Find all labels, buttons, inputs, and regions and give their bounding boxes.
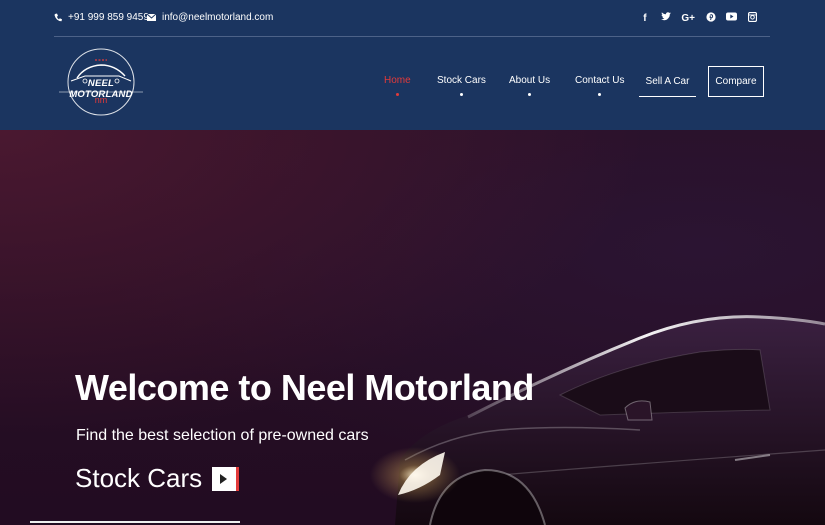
hero-banner: Welcome to Neel Motorland Find the best …	[0, 130, 825, 525]
email-contact[interactable]: info@neelmotorland.com	[147, 12, 273, 23]
scroll-indicator	[30, 521, 240, 523]
email-address: info@neelmotorland.com	[162, 12, 274, 23]
phone-number: +91 999 859 9459	[68, 12, 149, 23]
site-logo[interactable]: NEEL MOTORLAND nm	[55, 48, 147, 118]
nav-indicator-dot	[459, 93, 463, 96]
top-bar: +91 999 859 9459 info@neelmotorland.com …	[54, 11, 770, 28]
page: +91 999 859 9459 info@neelmotorland.com …	[0, 0, 825, 525]
compare-button[interactable]: Compare	[708, 66, 764, 97]
sell-a-car-button[interactable]: Sell A Car	[639, 66, 696, 97]
nav-item-about-us[interactable]: About Us	[509, 75, 551, 96]
phone-icon	[54, 13, 62, 22]
nav-item-label: About Us	[509, 75, 551, 86]
play-arrow-icon	[212, 466, 240, 491]
hero-subtitle: Find the best selection of pre-owned car…	[76, 427, 369, 444]
twitter-icon[interactable]	[660, 12, 671, 26]
phone-contact[interactable]: +91 999 859 9459	[54, 12, 149, 23]
nav-item-stock-cars[interactable]: Stock Cars	[437, 75, 486, 96]
site-header: +91 999 859 9459 info@neelmotorland.com …	[0, 0, 825, 130]
nav-indicator-dot	[598, 93, 602, 96]
logo-monogram: nm	[94, 95, 108, 105]
google-plus-icon[interactable]: G+	[681, 12, 695, 26]
nav-item-contact-us[interactable]: Contact Us	[575, 75, 625, 96]
nav-item-label: Contact Us	[575, 75, 625, 86]
nav-item-label: Stock Cars	[437, 75, 486, 86]
stock-cars-cta[interactable]: Stock Cars	[75, 463, 240, 494]
header-divider	[54, 36, 770, 37]
nav-item-label: Home	[384, 75, 411, 86]
social-links: f G+	[639, 11, 758, 27]
nav-item-home[interactable]: Home	[384, 75, 411, 96]
pinterest-icon[interactable]	[705, 11, 716, 27]
hero-title: Welcome to Neel Motorland	[75, 367, 534, 408]
nav-indicator-dot	[395, 93, 399, 96]
instagram-icon[interactable]	[747, 11, 758, 27]
youtube-icon[interactable]	[726, 12, 737, 26]
nav-indicator-dot	[528, 93, 532, 96]
facebook-icon[interactable]: f	[639, 12, 650, 26]
cta-label: Stock Cars	[75, 463, 203, 493]
envelope-icon	[147, 14, 156, 21]
